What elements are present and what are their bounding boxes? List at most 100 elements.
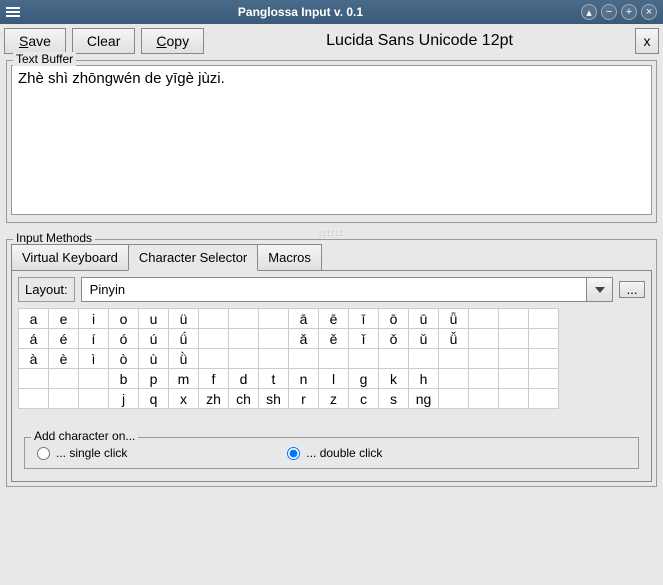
char-cell[interactable]: d xyxy=(229,369,259,389)
char-cell[interactable]: m xyxy=(169,369,199,389)
char-cell[interactable]: ó xyxy=(109,329,139,349)
char-cell[interactable]: zh xyxy=(199,389,229,409)
char-cell[interactable]: o xyxy=(109,309,139,329)
char-cell[interactable]: r xyxy=(289,389,319,409)
add-character-legend: Add character on... xyxy=(31,429,138,443)
char-cell[interactable]: ǎ xyxy=(289,329,319,349)
char-cell[interactable]: h xyxy=(409,369,439,389)
char-cell xyxy=(349,349,379,369)
char-cell xyxy=(469,309,499,329)
save-button[interactable]: Save xyxy=(4,28,66,54)
char-cell[interactable]: g xyxy=(349,369,379,389)
char-cell[interactable]: z xyxy=(319,389,349,409)
char-cell[interactable]: ù xyxy=(139,349,169,369)
char-cell[interactable]: ng xyxy=(409,389,439,409)
single-click-radio[interactable] xyxy=(37,447,50,460)
char-cell xyxy=(439,349,469,369)
char-cell xyxy=(229,309,259,329)
char-cell[interactable]: ǚ xyxy=(439,329,469,349)
char-cell[interactable]: ǖ xyxy=(439,309,469,329)
char-cell xyxy=(379,349,409,369)
char-cell[interactable]: ǔ xyxy=(409,329,439,349)
char-cell[interactable]: sh xyxy=(259,389,289,409)
char-cell xyxy=(229,329,259,349)
char-cell xyxy=(469,329,499,349)
char-cell[interactable]: ü xyxy=(169,309,199,329)
close-icon[interactable]: × xyxy=(641,4,657,20)
char-cell[interactable]: ū xyxy=(409,309,439,329)
tab-body: Layout: Pinyin ... aeiouü āēīōūǖ áéíóúǘ ǎěǐ… xyxy=(11,270,652,482)
char-cell[interactable]: ě xyxy=(319,329,349,349)
char-cell[interactable]: ǘ xyxy=(169,329,199,349)
layout-value[interactable]: Pinyin xyxy=(81,277,587,302)
double-click-label: ... double click xyxy=(306,446,382,460)
char-cell[interactable]: ī xyxy=(349,309,379,329)
char-cell[interactable]: à xyxy=(19,349,49,369)
char-cell[interactable]: n xyxy=(289,369,319,389)
char-cell[interactable]: i xyxy=(79,309,109,329)
char-cell[interactable]: x xyxy=(169,389,199,409)
double-click-option[interactable]: ... double click xyxy=(287,446,382,460)
char-cell xyxy=(529,369,559,389)
single-click-label: ... single click xyxy=(56,446,127,460)
char-cell xyxy=(469,369,499,389)
char-cell[interactable]: c xyxy=(349,389,379,409)
char-cell[interactable]: p xyxy=(139,369,169,389)
layout-select[interactable]: Pinyin xyxy=(81,277,613,302)
char-cell[interactable]: ǜ xyxy=(169,349,199,369)
font-close-button[interactable]: x xyxy=(635,28,659,54)
char-cell[interactable]: é xyxy=(49,329,79,349)
char-cell[interactable]: è xyxy=(49,349,79,369)
font-label: Lucida Sans Unicode 12pt xyxy=(210,32,629,50)
char-cell[interactable]: t xyxy=(259,369,289,389)
char-cell[interactable]: j xyxy=(109,389,139,409)
tabs: Virtual Keyboard Character Selector Macr… xyxy=(7,240,656,271)
char-cell[interactable]: a xyxy=(19,309,49,329)
char-cell[interactable]: ò xyxy=(109,349,139,369)
char-cell[interactable]: á xyxy=(19,329,49,349)
tab-macros[interactable]: Macros xyxy=(257,244,322,271)
char-cell[interactable]: í xyxy=(79,329,109,349)
single-click-option[interactable]: ... single click xyxy=(37,446,127,460)
window-title: Panglossa Input v. 0.1 xyxy=(24,5,577,19)
char-cell[interactable]: b xyxy=(109,369,139,389)
char-cell xyxy=(259,309,289,329)
layout-more-button[interactable]: ... xyxy=(619,281,645,298)
char-cell[interactable]: l xyxy=(319,369,349,389)
character-grid: aeiouü āēīōūǖ áéíóúǘ ǎěǐǒǔǚ àèìòùǜ bpmfdtnlgk… xyxy=(18,308,559,409)
tab-character-selector[interactable]: Character Selector xyxy=(128,244,258,271)
char-cell xyxy=(199,329,229,349)
char-cell xyxy=(19,389,49,409)
copy-button[interactable]: Copy xyxy=(141,28,204,54)
char-cell xyxy=(469,349,499,369)
char-cell[interactable]: q xyxy=(139,389,169,409)
char-cell[interactable]: ō xyxy=(379,309,409,329)
char-cell[interactable]: s xyxy=(379,389,409,409)
chevron-down-icon[interactable] xyxy=(587,277,613,302)
char-cell xyxy=(19,369,49,389)
menu-icon[interactable] xyxy=(6,5,20,19)
layout-label: Layout: xyxy=(18,277,75,302)
char-cell[interactable]: ì xyxy=(79,349,109,369)
char-cell[interactable]: ā xyxy=(289,309,319,329)
double-click-radio[interactable] xyxy=(287,447,300,460)
char-cell[interactable]: u xyxy=(139,309,169,329)
char-cell[interactable]: ch xyxy=(229,389,259,409)
maximize-icon[interactable]: + xyxy=(621,4,637,20)
char-cell[interactable]: k xyxy=(379,369,409,389)
clear-button[interactable]: Clear xyxy=(72,28,135,54)
tab-virtual-keyboard[interactable]: Virtual Keyboard xyxy=(11,244,129,271)
resize-grip[interactable]: :::::: xyxy=(0,229,663,237)
char-cell xyxy=(499,329,529,349)
char-cell[interactable]: f xyxy=(199,369,229,389)
char-cell[interactable]: ē xyxy=(319,309,349,329)
char-cell[interactable]: e xyxy=(49,309,79,329)
text-buffer-input[interactable] xyxy=(11,65,652,215)
char-cell xyxy=(199,309,229,329)
pin-icon[interactable]: ▴ xyxy=(581,4,597,20)
char-cell xyxy=(259,329,289,349)
char-cell[interactable]: ǒ xyxy=(379,329,409,349)
minimize-icon[interactable]: − xyxy=(601,4,617,20)
char-cell[interactable]: ú xyxy=(139,329,169,349)
char-cell[interactable]: ǐ xyxy=(349,329,379,349)
